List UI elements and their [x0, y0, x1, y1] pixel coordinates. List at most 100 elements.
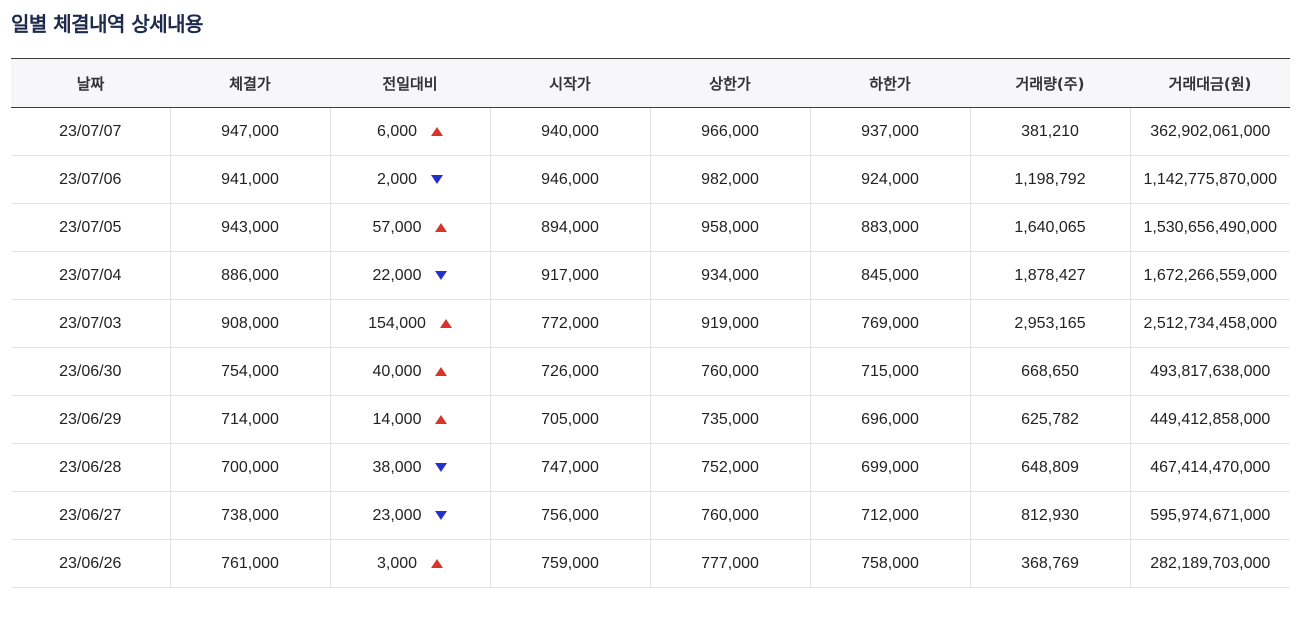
cell-open-price: 726,000 [489, 347, 650, 396]
cell-change: 40,000 [329, 347, 490, 396]
cell-open-price: 940,000 [489, 107, 650, 156]
cell-volume: 668,650 [969, 347, 1130, 396]
cell-high-price: 735,000 [649, 395, 810, 444]
cell-open-price: 705,000 [489, 395, 650, 444]
cell-volume: 1,198,792 [969, 155, 1130, 204]
change-value-group: 38,000 [373, 459, 448, 477]
cell-close-price: 754,000 [169, 347, 330, 396]
cell-date: 23/06/26 [11, 539, 170, 588]
page-title: 일별 체결내역 상세내용 [11, 12, 203, 36]
cell-change: 57,000 [329, 203, 490, 252]
cell-volume: 648,809 [969, 443, 1130, 492]
change-value-group: 57,000 [373, 219, 448, 237]
header-change: 전일대비 [330, 58, 490, 108]
table-row: 23/06/28 700,000 38,000 747,000 752,000 699,0… [11, 443, 1290, 492]
cell-high-price: 760,000 [649, 347, 810, 396]
change-value: 2,000 [376, 170, 418, 188]
cell-high-price: 982,000 [649, 155, 810, 204]
header-close-price: 체결가 [170, 58, 330, 108]
cell-high-price: 777,000 [649, 539, 810, 588]
cell-date: 23/07/03 [11, 299, 170, 348]
up-triangle-icon [439, 319, 452, 328]
cell-open-price: 747,000 [489, 443, 650, 492]
cell-volume: 2,953,165 [969, 299, 1130, 348]
header-low-price: 하한가 [810, 58, 970, 108]
header-trade-amount: 거래대금(원) [1130, 58, 1290, 108]
cell-close-price: 947,000 [169, 107, 330, 156]
cell-change: 23,000 [329, 491, 490, 540]
change-value-group: 3,000 [376, 554, 444, 573]
cell-volume: 1,640,065 [969, 203, 1130, 252]
cell-open-price: 756,000 [489, 491, 650, 540]
down-triangle-icon [435, 511, 448, 520]
cell-low-price: 937,000 [809, 107, 970, 156]
cell-close-price: 943,000 [169, 203, 330, 252]
change-value: 23,000 [372, 506, 422, 524]
up-triangle-icon [431, 559, 444, 568]
cell-open-price: 894,000 [489, 203, 650, 252]
cell-open-price: 759,000 [489, 539, 650, 588]
cell-close-price: 941,000 [169, 155, 330, 204]
cell-open-price: 917,000 [489, 251, 650, 300]
cell-change: 6,000 [329, 107, 490, 156]
table-row: 23/07/07 947,000 6,000 940,000 966,000 937,00… [11, 107, 1290, 156]
cell-high-price: 760,000 [649, 491, 810, 540]
change-value: 3,000 [376, 554, 418, 572]
cell-trade-amount: 362,902,061,000 [1129, 107, 1290, 156]
change-value: 57,000 [372, 218, 422, 236]
table-body: 23/07/07 947,000 6,000 940,000 966,000 937,00… [11, 107, 1290, 588]
change-value-group: 14,000 [373, 411, 448, 429]
cell-date: 23/06/29 [11, 395, 170, 444]
cell-date: 23/07/04 [11, 251, 170, 300]
cell-trade-amount: 1,672,266,559,000 [1129, 251, 1290, 300]
cell-close-price: 886,000 [169, 251, 330, 300]
change-value: 154,000 [368, 314, 426, 332]
down-triangle-icon [435, 271, 448, 280]
cell-open-price: 772,000 [489, 299, 650, 348]
cell-low-price: 699,000 [809, 443, 970, 492]
up-triangle-icon [431, 127, 444, 136]
table-row: 23/07/06 941,000 2,000 946,000 982,000 924,00… [11, 155, 1290, 204]
cell-low-price: 883,000 [809, 203, 970, 252]
down-triangle-icon [431, 175, 444, 184]
cell-low-price: 696,000 [809, 395, 970, 444]
daily-trade-table: 날짜 체결가 전일대비 시작가 상한가 하한가 거래량(주) 거래대금(원) 2… [11, 58, 1290, 588]
cell-trade-amount: 1,142,775,870,000 [1129, 155, 1290, 204]
cell-trade-amount: 595,974,671,000 [1129, 491, 1290, 540]
change-value-group: 2,000 [376, 170, 444, 189]
cell-date: 23/07/07 [11, 107, 170, 156]
header-date: 날짜 [11, 58, 170, 108]
cell-close-price: 738,000 [169, 491, 330, 540]
table-row: 23/06/26 761,000 3,000 759,000 777,000 758,00… [11, 539, 1290, 588]
change-value: 40,000 [372, 362, 422, 380]
table-row: 23/06/29 714,000 14,000 705,000 735,000 696,0… [11, 395, 1290, 444]
change-value-group: 23,000 [373, 507, 448, 525]
up-triangle-icon [435, 223, 448, 232]
change-value: 22,000 [372, 266, 422, 284]
cell-close-price: 714,000 [169, 395, 330, 444]
cell-volume: 1,878,427 [969, 251, 1130, 300]
change-value-group: 22,000 [373, 267, 448, 285]
cell-volume: 381,210 [969, 107, 1130, 156]
change-value-group: 154,000 [368, 315, 452, 333]
cell-low-price: 712,000 [809, 491, 970, 540]
cell-close-price: 700,000 [169, 443, 330, 492]
cell-change: 2,000 [329, 155, 490, 204]
cell-trade-amount: 1,530,656,490,000 [1129, 203, 1290, 252]
cell-change: 3,000 [329, 539, 490, 588]
table-row: 23/07/04 886,000 22,000 917,000 934,000 845,0… [11, 251, 1290, 300]
header-high-price: 상한가 [650, 58, 810, 108]
cell-volume: 625,782 [969, 395, 1130, 444]
cell-date: 23/06/27 [11, 491, 170, 540]
cell-trade-amount: 467,414,470,000 [1129, 443, 1290, 492]
table-row: 23/06/27 738,000 23,000 756,000 760,000 712,0… [11, 491, 1290, 540]
cell-volume: 812,930 [969, 491, 1130, 540]
cell-high-price: 919,000 [649, 299, 810, 348]
cell-volume: 368,769 [969, 539, 1130, 588]
change-value: 6,000 [376, 122, 418, 140]
cell-date: 23/06/28 [11, 443, 170, 492]
up-triangle-icon [435, 367, 448, 376]
cell-high-price: 752,000 [649, 443, 810, 492]
down-triangle-icon [435, 463, 448, 472]
cell-high-price: 966,000 [649, 107, 810, 156]
